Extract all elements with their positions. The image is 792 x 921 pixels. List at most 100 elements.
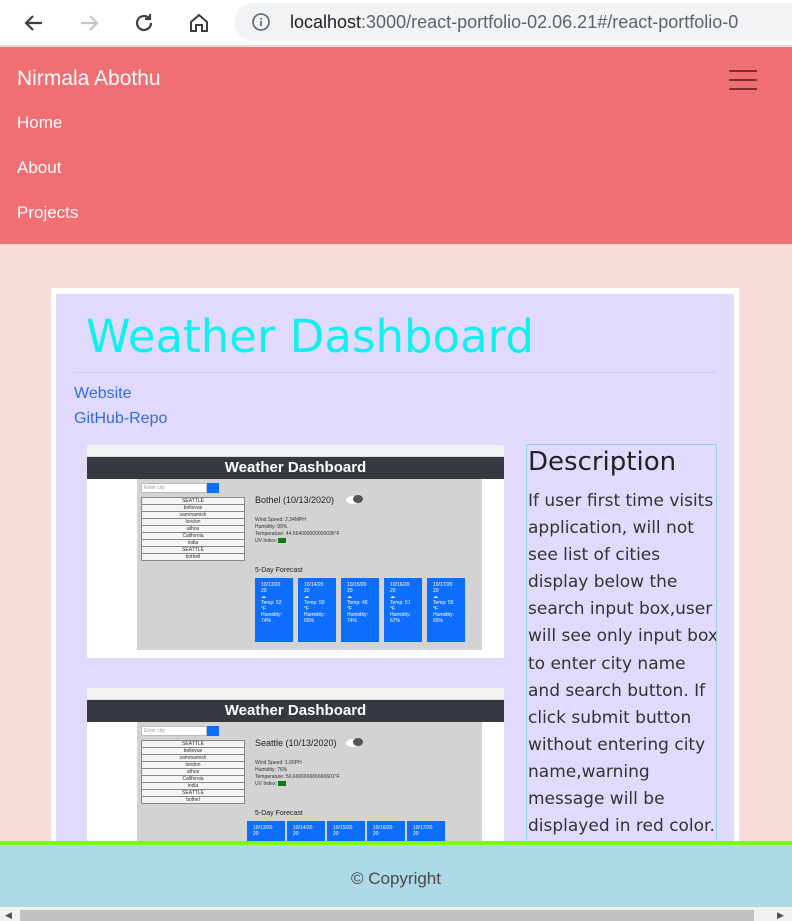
reload-button[interactable]: [128, 7, 160, 39]
forecast-card: 10/17/20 20: [407, 821, 445, 841]
description-heading: Description: [528, 447, 677, 477]
forecast-date: 10/14/20 20: [293, 825, 313, 837]
github-repo-link[interactable]: GitHub-Repo: [74, 410, 167, 428]
site-header: Nirmala Abothu Home About Projects: [0, 47, 792, 244]
screenshot-body: Enter city SEATTLE bellevue sammamish lo…: [137, 722, 482, 841]
forecast-date: 10/13/20 20: [253, 825, 273, 837]
scroll-right-icon[interactable]: ▶: [777, 910, 784, 921]
forecast-date: 10/16/20 20: [390, 582, 410, 594]
screenshot-city-title: Seattle (10/13/2020): [255, 738, 337, 748]
forecast-date: 10/17/20 20: [433, 582, 453, 594]
screenshot-search-input: Enter city: [141, 726, 207, 736]
uv-badge: [278, 781, 287, 787]
forecast-temp: Temp: 51 °F: [390, 600, 411, 612]
stat-line: Temperature: 44.564000000000036°F: [255, 531, 340, 537]
screenshot-header: Weather Dashboard: [87, 700, 504, 722]
hamburger-icon: [729, 88, 757, 90]
stat-line: UV Index:: [255, 781, 277, 787]
forecast-card: 10/14/20 20: [287, 821, 325, 841]
browser-toolbar: localhost:3000/react-portfolio-02.06.21#…: [0, 0, 792, 46]
screenshot-stats: Wind Speed: 1.06PH Humidity: 76% Tempera…: [255, 760, 340, 788]
project-title: Weather Dashboard: [86, 310, 534, 363]
uv-badge: [278, 538, 287, 544]
forecast-humidity: Humidity: 65%: [433, 612, 454, 624]
screenshot-search-input: Enter city: [141, 483, 207, 493]
forecast-card: 10/13/20 20: [247, 821, 285, 841]
project-screenshot: Weather Dashboard Enter city SEATTLE bel…: [87, 688, 504, 841]
city-item: bothel: [141, 796, 245, 804]
address-bar[interactable]: localhost:3000/react-portfolio-02.06.21#…: [234, 3, 792, 41]
nav-about[interactable]: About: [17, 158, 61, 178]
screenshot-header: Weather Dashboard: [87, 457, 504, 479]
copyright-text: © Copyright: [350, 869, 441, 888]
forecast-date: 10/17/20 20: [413, 825, 433, 837]
info-icon: [252, 13, 270, 31]
site-footer: © Copyright: [0, 841, 792, 907]
cloud-icon: [346, 495, 363, 504]
url-host: localhost: [290, 12, 362, 32]
forecast-temp: Temp: 48 °F: [347, 600, 368, 612]
description-text: If user first time visits application, w…: [528, 491, 717, 847]
url-path: :3000/react-portfolio-02.06.21#/react-po…: [361, 12, 739, 32]
nav-projects[interactable]: Projects: [17, 203, 78, 223]
description-panel: Description If user first time visits ap…: [526, 444, 717, 848]
hamburger-icon: [729, 70, 757, 72]
horizontal-scrollbar[interactable]: ◀ ▶: [0, 907, 792, 921]
screenshot-browser-chrome: [87, 688, 504, 700]
screenshot-browser-chrome: [87, 445, 504, 457]
scrollbar-thumb[interactable]: [20, 910, 754, 921]
url-text: localhost:3000/react-portfolio-02.06.21#…: [290, 12, 738, 33]
screenshot-stats: Wind Speed: 2.34MPH Humidity: 99% Temper…: [255, 517, 340, 545]
screenshot-search-button: [207, 483, 219, 493]
forecast-card: 10/15/20 20: [327, 821, 365, 841]
reload-icon: [135, 14, 153, 32]
forecast-card: 10/13/20 20 ☁ Temp: 52 °F Humidity: 74%: [255, 578, 293, 642]
screenshot-city-title: Bothel (10/13/2020): [255, 495, 335, 505]
forecast-card: 10/15/20 20 ☁ Temp: 48 °F Humidity: 74%: [341, 578, 379, 642]
title-divider: [74, 372, 716, 373]
menu-toggle-button[interactable]: [726, 67, 760, 93]
forecast-card: 10/16/20 20: [367, 821, 405, 841]
screenshot-body: Enter city SEATTLE bellevue sammamish lo…: [137, 479, 482, 650]
stat-line: Humidity: 76%: [255, 767, 288, 773]
home-button[interactable]: [183, 7, 215, 39]
stat-line: Temperature: 50.666666666666601°F: [255, 774, 340, 780]
forecast-card: 10/17/20 20 ☁ Temp: 55 °F Humidity: 65%: [427, 578, 465, 642]
stat-line: Wind Speed: 1.06PH: [255, 760, 302, 766]
forecast-temp: Temp: 50 °F: [304, 600, 325, 612]
city-item: bothell: [141, 553, 245, 561]
screenshot-city-list: SEATTLE bellevue sammamish london athos …: [141, 497, 245, 561]
brand-name[interactable]: Nirmala Abothu: [17, 67, 161, 91]
forecast-date: 10/15/20 20: [333, 825, 353, 837]
stat-line: UV Index:: [255, 538, 277, 544]
forecast-date: 10/14/20 20: [304, 582, 324, 594]
website-link[interactable]: Website: [74, 385, 132, 403]
arrow-left-icon: [24, 15, 42, 31]
forecast-humidity: Humidity: 67%: [390, 612, 411, 624]
forward-button[interactable]: [73, 7, 105, 39]
back-button[interactable]: [18, 7, 50, 39]
forecast-humidity: Humidity: 74%: [347, 612, 368, 624]
forecast-date: 10/13/20 20: [261, 582, 281, 594]
nav-home[interactable]: Home: [17, 113, 62, 133]
project-screenshot: Weather Dashboard Enter city SEATTLE bel…: [87, 445, 504, 658]
hamburger-icon: [729, 79, 757, 81]
forecast-label: 5-Day Forecast: [255, 810, 303, 817]
scroll-left-icon[interactable]: ◀: [5, 910, 12, 921]
stat-line: Humidity: 99%: [255, 524, 288, 530]
forecast-card: 10/16/20 20 ☁ Temp: 51 °F Humidity: 67%: [384, 578, 422, 642]
home-icon: [190, 13, 208, 32]
forecast-humidity: Humidity: 65%: [304, 612, 325, 624]
cloud-icon: [346, 738, 363, 747]
forecast-temp: Temp: 52 °F: [261, 600, 282, 612]
stat-line: Wind Speed: 2.34MPH: [255, 517, 306, 523]
forecast-humidity: Humidity: 74%: [261, 612, 282, 624]
forecast-date: 10/16/20 20: [373, 825, 393, 837]
screenshot-city-list: SEATTLE bellevue sammamish london athos …: [141, 740, 245, 804]
arrow-right-icon: [81, 15, 99, 31]
forecast-label: 5-Day Forecast: [255, 567, 303, 574]
forecast-temp: Temp: 55 °F: [433, 600, 454, 612]
forecast-card: 10/14/20 20 ☁ Temp: 50 °F Humidity: 65%: [298, 578, 336, 642]
screenshot-search-button: [207, 726, 219, 736]
forecast-date: 10/15/20 20: [347, 582, 367, 594]
